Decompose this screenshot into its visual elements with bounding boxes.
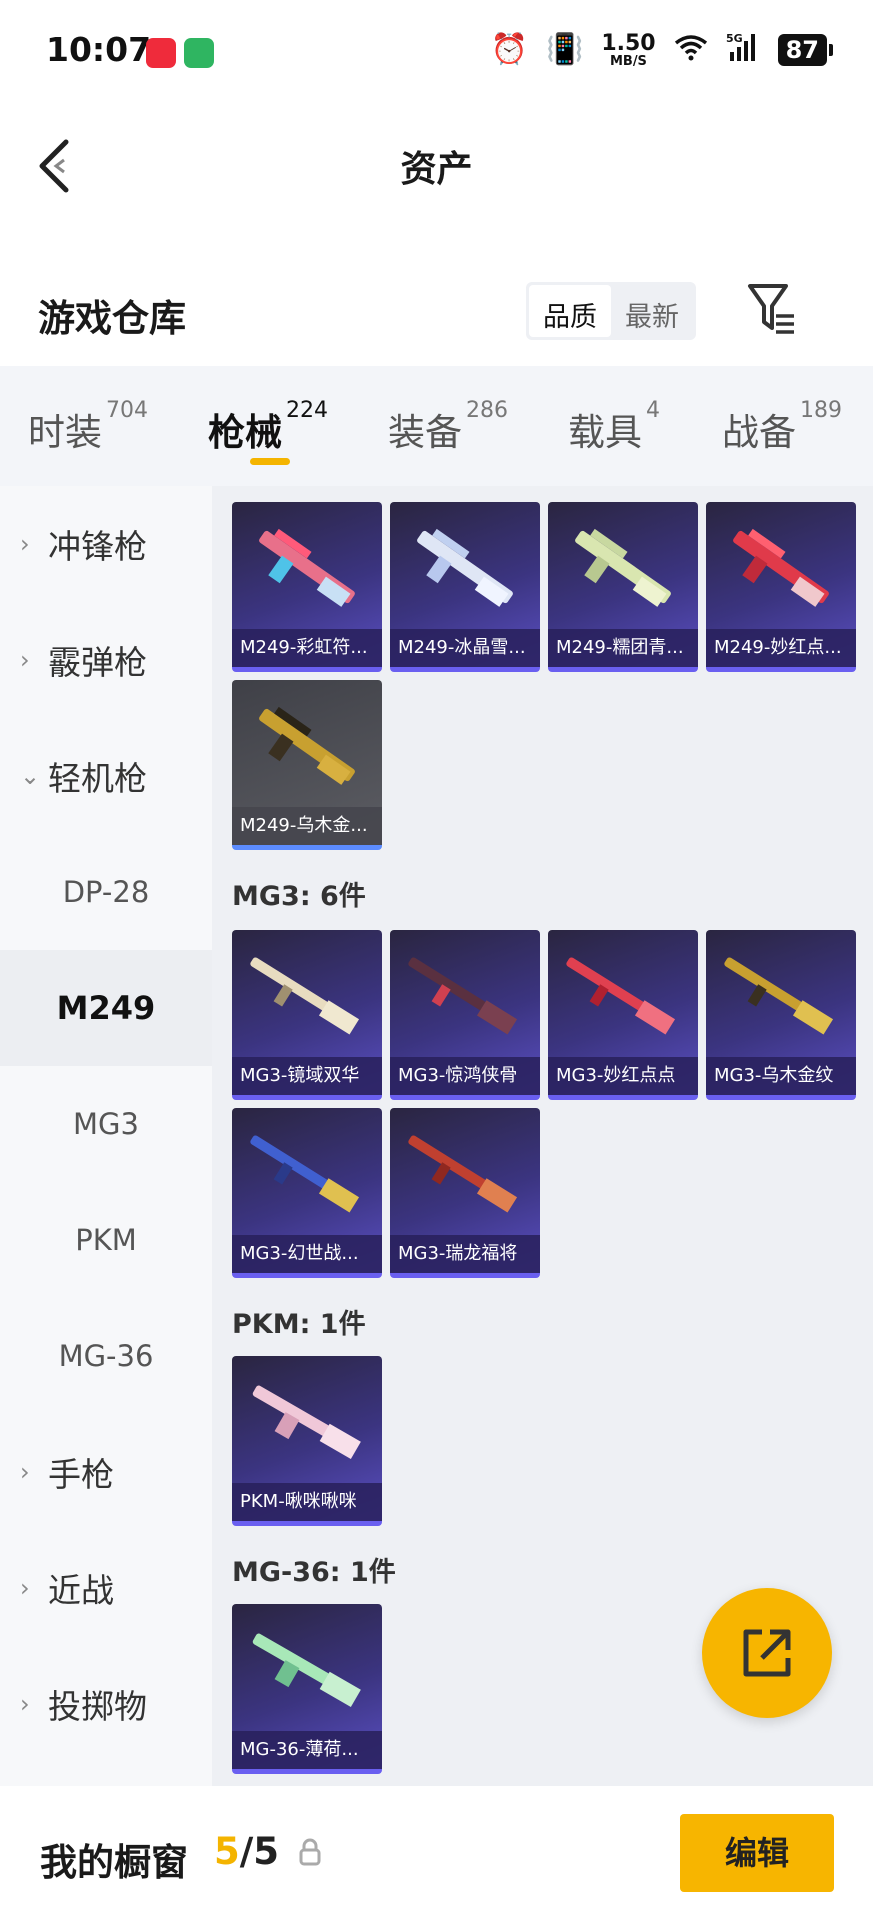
group-header-pkm: PKM: 1件 [232,1309,366,1340]
skin-card[interactable]: MG3-镜域双华 [232,930,382,1100]
sidebar-item-m249[interactable]: M249 [0,950,212,1066]
sidebar-item-dp28[interactable]: DP-28 [0,834,212,950]
skin-card[interactable]: MG3-惊鸿侠骨 [390,930,540,1100]
group-header-mg3: MG3: 6件 [232,881,366,912]
skin-card[interactable]: M249-冰晶雪... [390,502,540,672]
chevron-right-icon: › [20,1458,30,1486]
chevron-down-icon: ⌄ [20,762,41,790]
xiaohongshu-app-icon [146,38,176,68]
sort-toggle: 品质 最新 [526,282,696,340]
net-speed: 1.50 MB/S [601,31,656,70]
showcase-count: 5/5 [214,1830,280,1873]
oppo-app-icon [184,38,214,68]
skin-card[interactable]: MG-36-薄荷... [232,1604,382,1774]
tab-guns[interactable]: 枪械224 [208,398,328,456]
warehouse-header: 游戏仓库 品质 最新 [0,268,873,358]
skin-name: MG3-瑞龙福将 [390,1235,540,1273]
wifi-icon [674,33,708,67]
category-tabs: 时装704 枪械224 装备286 载具4 战备189 [0,366,873,486]
skin-name: M249-乌木金... [232,807,382,845]
skin-name: MG3-惊鸿侠骨 [390,1057,540,1095]
skin-name: M249-彩虹符... [232,629,382,667]
gun-skin-image [408,957,518,1035]
sidebar-cat-melee[interactable]: › 近战 [0,1530,212,1646]
skin-card[interactable]: M249-乌木金... [232,680,382,850]
signal-icon: 5G [726,32,760,68]
lock-icon [299,1838,321,1866]
gun-skin-image [408,1135,518,1213]
gun-skin-image [566,957,676,1035]
gun-skin-image [250,1135,360,1213]
chevron-right-icon: › [20,1690,30,1718]
chevron-right-icon: › [20,646,30,674]
skin-card[interactable]: M249-彩虹符... [232,502,382,672]
sidebar-cat-shotgun[interactable]: › 霰弹枪 [0,602,212,718]
status-bar: 10:07 ⏰ 📳 1.50 MB/S 5G 87 [0,0,873,104]
warehouse-title: 游戏仓库 [38,297,186,340]
chevron-right-icon: › [20,530,30,558]
group-header-mg36: MG-36: 1件 [232,1557,396,1588]
skin-card[interactable]: MG3-瑞龙福将 [390,1108,540,1278]
gun-skin-image [575,528,671,607]
tab-fashion[interactable]: 时装704 [28,398,148,456]
gun-skin-image [252,1385,361,1460]
skin-card[interactable]: MG3-妙红点点 [548,930,698,1100]
skin-card[interactable]: MG3-乌木金纹 [706,930,856,1100]
skin-card[interactable]: PKM-啾咪啾咪 [232,1356,382,1526]
sidebar-item-mg36[interactable]: MG-36 [0,1298,212,1414]
skin-name: M249-冰晶雪... [390,629,540,667]
edit-button[interactable]: 编辑 [680,1814,834,1892]
skin-card[interactable]: MG3-幻世战... [232,1108,382,1278]
skin-name: MG3-镜域双华 [232,1057,382,1095]
battery-indicator: 87 [777,34,834,67]
skin-name: MG3-乌木金纹 [706,1057,856,1095]
skin-name: MG3-妙红点点 [548,1057,698,1095]
nav-bar: 资产 [0,104,873,228]
page-title: 资产 [400,149,473,190]
sidebar-cat-smg[interactable]: › 冲锋枪 [0,486,212,602]
tab-vehicles[interactable]: 载具4 [568,398,660,456]
skin-name: M249-妙红点... [706,629,856,667]
skin-card[interactable]: M249-妙红点... [706,502,856,672]
gun-skin-image [259,706,355,785]
gun-skin-image [259,528,355,607]
filter-icon[interactable] [746,282,798,338]
sidebar-cat-throwable[interactable]: › 投掷物 [0,1646,212,1762]
weapon-sidebar: › 冲锋枪 › 霰弹枪 ⌄ 轻机枪 DP-28 M249 MG3 PKM MG-36 … [0,486,212,1786]
sidebar-cat-lmg[interactable]: ⌄ 轻机枪 [0,718,212,834]
skin-card[interactable]: M249-糯团青... [548,502,698,672]
status-time: 10:07 [46,30,152,69]
sort-newest-option[interactable]: 最新 [611,285,693,337]
gun-skin-image [252,1633,361,1708]
sidebar-item-pkm[interactable]: PKM [0,1182,212,1298]
skin-name: M249-糯团青... [548,629,698,667]
active-tab-indicator [250,458,290,465]
alarm-icon: ⏰ [490,32,528,68]
tab-supplies[interactable]: 战备189 [722,398,842,456]
chevron-right-icon: › [20,1574,30,1602]
showcase-bar: 我的橱窗 5/5 编辑 [0,1786,873,1920]
signal-label: 5G [726,32,743,45]
vibrate-icon: 📳 [545,32,584,68]
skin-name: PKM-啾咪啾咪 [232,1483,382,1521]
gun-skin-image [724,957,834,1035]
sidebar-item-mg3[interactable]: MG3 [0,1066,212,1182]
share-button[interactable] [702,1588,832,1718]
gun-skin-image [417,528,513,607]
share-icon [743,1629,791,1677]
skin-name: MG-36-薄荷... [232,1731,382,1769]
sidebar-cat-pistol[interactable]: › 手枪 [0,1414,212,1530]
tab-equipment[interactable]: 装备286 [388,398,508,456]
skin-name: MG3-幻世战... [232,1235,382,1273]
sort-quality-option[interactable]: 品质 [529,285,611,337]
gun-skin-image [733,528,829,607]
showcase-label: 我的橱窗 [40,1841,188,1884]
gun-skin-image [250,957,360,1035]
